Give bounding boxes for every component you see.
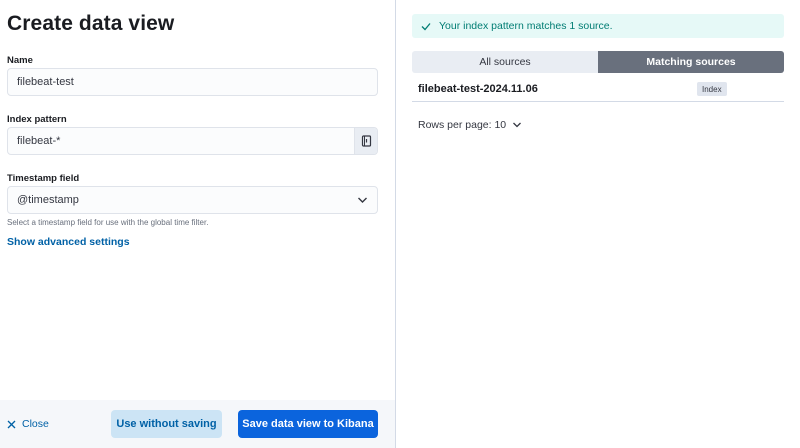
matching-sources-panel: Your index pattern matches 1 source. All…: [396, 0, 800, 448]
timestamp-field-select[interactable]: @timestamp: [7, 186, 378, 214]
rows-per-page-button[interactable]: Rows per page: 10: [418, 119, 522, 131]
table-row: filebeat-test-2024.11.06 Index: [412, 76, 784, 102]
match-callout: Your index pattern matches 1 source.: [412, 14, 784, 38]
chevron-down-icon: [513, 122, 522, 128]
close-button-label: Close: [22, 418, 49, 430]
book-icon: [361, 135, 371, 147]
timestamp-help-text: Select a timestamp field for use with th…: [7, 218, 209, 227]
index-pattern-help-button[interactable]: [354, 128, 377, 154]
name-input[interactable]: filebeat-test: [7, 68, 378, 96]
tab-matching-sources[interactable]: Matching sources: [598, 51, 784, 73]
create-data-view-form: Create data view Name filebeat-test Inde…: [0, 0, 396, 448]
name-label: Name: [7, 55, 33, 66]
save-data-view-button[interactable]: Save data view to Kibana: [238, 410, 378, 438]
show-advanced-settings-link[interactable]: Show advanced settings: [7, 236, 130, 248]
use-without-saving-button[interactable]: Use without saving: [111, 410, 222, 438]
index-pattern-value: filebeat-*: [17, 135, 61, 147]
check-icon: [421, 22, 431, 30]
match-callout-text: Your index pattern matches 1 source.: [439, 20, 613, 32]
timestamp-field-value: @timestamp: [17, 194, 79, 206]
close-icon: [7, 420, 16, 428]
page-title: Create data view: [7, 12, 175, 35]
index-pattern-input[interactable]: filebeat-*: [7, 127, 378, 155]
flyout-footer: Close Use without saving Save data view …: [0, 400, 395, 448]
rows-per-page-label: Rows per page: 10: [418, 119, 507, 131]
index-pattern-label: Index pattern: [7, 114, 67, 125]
source-name: filebeat-test-2024.11.06: [418, 82, 538, 95]
source-type-badge: Index: [697, 82, 727, 96]
sources-tabs: All sources Matching sources: [412, 51, 784, 73]
close-button[interactable]: Close: [7, 418, 49, 430]
timestamp-field-label: Timestamp field: [7, 173, 80, 184]
tab-all-sources[interactable]: All sources: [412, 51, 598, 73]
name-input-value: filebeat-test: [17, 76, 74, 88]
chevron-down-icon: [358, 197, 367, 203]
